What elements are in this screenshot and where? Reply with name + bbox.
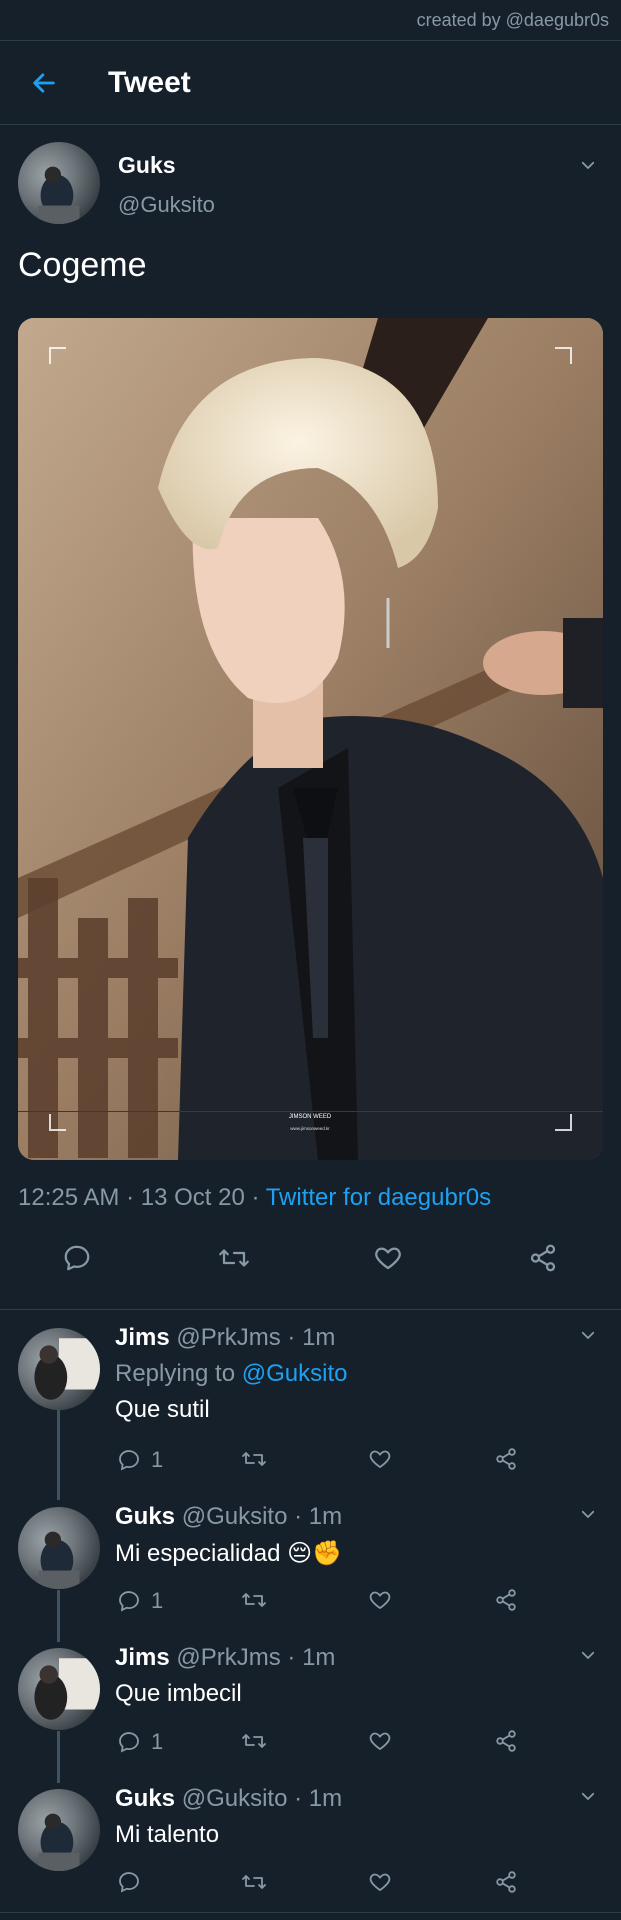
reply-tweet[interactable]: Guks @Guksito · 1m Mi talento — [0, 1771, 621, 1911]
avatar[interactable] — [18, 142, 100, 224]
chevron-down-icon[interactable] — [577, 1644, 599, 1666]
retweet-icon[interactable] — [217, 1243, 251, 1273]
reply-author-name[interactable]: Guks — [115, 1785, 175, 1812]
chevron-down-icon[interactable] — [577, 1785, 599, 1807]
author-row: Guks @Guksito — [0, 126, 621, 241]
reply-author-name[interactable]: Jims — [115, 1324, 170, 1351]
header-bar: Tweet — [0, 40, 621, 125]
reply-actions: 1 — [0, 1443, 621, 1483]
reply-button[interactable]: 1 — [117, 1588, 163, 1614]
reply-icon — [119, 1732, 139, 1753]
tweet-photo[interactable]: JIMSON WEED www.jimsonweed.kr — [18, 318, 603, 1160]
arrow-left-icon[interactable] — [24, 63, 64, 103]
reply-tweet[interactable]: Jims @PrkJms · 1m Que imbecil 1 — [0, 1630, 621, 1770]
reply-count: 1 — [151, 1588, 164, 1613]
reply-author-name[interactable]: Guks — [115, 1503, 175, 1530]
credit-text: created by @daegubr0s — [416, 9, 609, 30]
reply-author-name[interactable]: Jims — [115, 1644, 170, 1671]
avatar[interactable] — [18, 1648, 100, 1730]
reply-author-handle[interactable]: @PrkJms — [176, 1644, 280, 1671]
reply-button[interactable]: 1 — [117, 1447, 163, 1473]
like-icon[interactable] — [368, 1588, 392, 1612]
avatar[interactable] — [18, 1507, 100, 1589]
chevron-down-icon[interactable] — [577, 1503, 599, 1525]
replying-mention[interactable]: @Guksito — [242, 1360, 348, 1387]
replying-to: Replying to @Guksito — [115, 1360, 347, 1388]
share-icon[interactable] — [494, 1729, 518, 1753]
reply-icon[interactable] — [62, 1243, 92, 1273]
reply-button[interactable]: 1 — [117, 1729, 163, 1755]
author-handle[interactable]: @Guksito — [118, 192, 215, 218]
photo-portrait: JIMSON WEED www.jimsonweed.kr — [18, 318, 603, 1160]
tweet-text: Cogeme — [18, 246, 147, 284]
reply-count: 1 — [151, 1729, 164, 1754]
author-name[interactable]: Guks — [118, 152, 176, 179]
share-icon[interactable] — [494, 1870, 518, 1894]
reply-author-handle[interactable]: @Guksito — [182, 1503, 288, 1530]
like-icon[interactable] — [368, 1729, 392, 1753]
reply-text: Mi especialidad 😔✊ — [115, 1540, 342, 1567]
divider — [0, 1912, 621, 1913]
divider — [18, 1111, 603, 1112]
share-icon[interactable] — [494, 1447, 518, 1471]
share-icon[interactable] — [494, 1588, 518, 1612]
retweet-icon[interactable] — [240, 1447, 268, 1471]
tweet-time: 12:25 AM — [18, 1184, 120, 1211]
meta-separator: · — [244, 1184, 266, 1211]
reply-text: Que sutil — [115, 1396, 210, 1423]
reply-tweet[interactable]: Guks @Guksito · 1m Mi especialidad 😔✊ 1 — [0, 1489, 621, 1629]
reply-count: 1 — [151, 1447, 164, 1472]
reply-time: · 1m — [287, 1644, 336, 1671]
reply-author-handle[interactable]: @PrkJms — [176, 1324, 280, 1351]
tweet-meta: 12:25 AM · 13 Oct 20 · Twitter for daegu… — [18, 1184, 491, 1212]
replying-label: Replying to — [115, 1360, 236, 1387]
chevron-down-icon[interactable] — [577, 154, 599, 176]
reply-tweet[interactable]: Jims @PrkJms · 1m Replying to @Guksito Q… — [0, 1310, 621, 1490]
reply-actions: 1 — [0, 1725, 621, 1765]
watermark-title: JIMSON WEED — [289, 1114, 332, 1120]
retweet-icon[interactable] — [240, 1729, 268, 1753]
reply-actions — [0, 1866, 621, 1906]
chevron-down-icon[interactable] — [577, 1324, 599, 1346]
reply-icon — [119, 1872, 139, 1893]
reply-time: · 1m — [294, 1503, 343, 1530]
like-icon[interactable] — [368, 1447, 392, 1471]
tweet-date: 13 Oct 20 — [140, 1184, 245, 1211]
main-tweet: Guks @Guksito Cogeme JIMSON WEED www.jim… — [0, 126, 621, 1211]
like-icon[interactable] — [373, 1243, 403, 1273]
retweet-icon[interactable] — [240, 1870, 268, 1894]
tweet-source-link[interactable]: Twitter for daegubr0s — [266, 1184, 491, 1211]
meta-separator: · — [119, 1184, 141, 1211]
reply-time: · 1m — [287, 1324, 336, 1351]
avatar[interactable] — [18, 1789, 100, 1871]
reply-text: Que imbecil — [115, 1680, 242, 1707]
reply-time: · 1m — [294, 1785, 343, 1812]
reply-icon — [119, 1591, 139, 1612]
reply-icon — [119, 1450, 139, 1471]
reply-author-handle[interactable]: @Guksito — [182, 1785, 288, 1812]
share-icon[interactable] — [528, 1243, 558, 1273]
like-icon[interactable] — [368, 1870, 392, 1894]
retweet-icon[interactable] — [240, 1588, 268, 1612]
watermark-url: www.jimsonweed.kr — [290, 1126, 330, 1131]
page-title: Tweet — [108, 65, 191, 99]
avatar[interactable] — [18, 1328, 100, 1410]
reply-actions: 1 — [0, 1584, 621, 1624]
reply-button[interactable] — [117, 1870, 151, 1894]
reply-text: Mi talento — [115, 1821, 220, 1848]
